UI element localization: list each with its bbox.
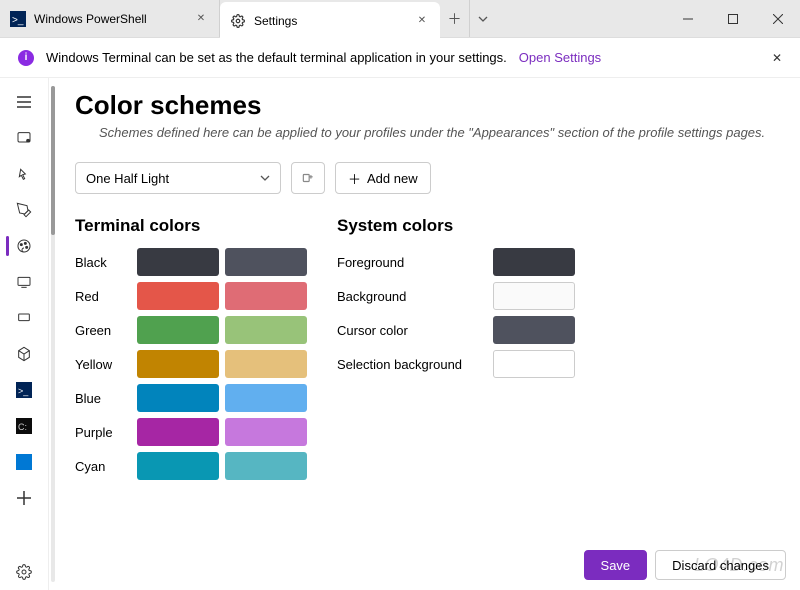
close-icon[interactable]: ✕ bbox=[193, 11, 209, 27]
color-swatch[interactable] bbox=[493, 282, 575, 310]
tab-title: Settings bbox=[254, 14, 406, 28]
content-area: Color schemes Schemes defined here can b… bbox=[57, 78, 800, 590]
open-settings-link[interactable]: Open Settings bbox=[519, 50, 601, 65]
tab-settings[interactable]: Settings ✕ bbox=[220, 2, 440, 39]
color-swatch-bright[interactable] bbox=[225, 350, 307, 378]
minimize-button[interactable] bbox=[665, 0, 710, 37]
page-title: Color schemes bbox=[75, 90, 782, 121]
color-label: Cyan bbox=[75, 459, 131, 474]
info-icon: i bbox=[18, 50, 34, 66]
color-swatch-bright[interactable] bbox=[225, 418, 307, 446]
gear-icon bbox=[230, 13, 246, 29]
sidebar-profile-cmd[interactable]: C: bbox=[4, 408, 44, 444]
color-swatch[interactable] bbox=[137, 316, 219, 344]
tab-dropdown-button[interactable] bbox=[470, 0, 496, 37]
color-label: Blue bbox=[75, 391, 131, 406]
sidebar: >_ C: bbox=[0, 78, 48, 590]
sidebar-item-appearance[interactable] bbox=[4, 192, 44, 228]
page-subtitle: Schemes defined here can be applied to y… bbox=[99, 125, 782, 140]
color-label: Black bbox=[75, 255, 131, 270]
svg-text:C:: C: bbox=[18, 422, 27, 432]
add-new-label: Add new bbox=[367, 171, 418, 186]
svg-text:>_: >_ bbox=[18, 386, 29, 396]
color-swatch[interactable] bbox=[493, 316, 575, 344]
tab-powershell[interactable]: >_ Windows PowerShell ✕ bbox=[0, 0, 220, 37]
color-swatch[interactable] bbox=[493, 350, 575, 378]
color-label: Cursor color bbox=[337, 323, 487, 338]
color-swatch-bright[interactable] bbox=[225, 452, 307, 480]
color-label: Green bbox=[75, 323, 131, 338]
rename-scheme-button[interactable] bbox=[291, 162, 325, 194]
terminal-color-row: Purple bbox=[75, 418, 307, 446]
sidebar-item-startup[interactable] bbox=[4, 120, 44, 156]
tab-title: Windows PowerShell bbox=[34, 12, 185, 26]
powershell-icon: >_ bbox=[10, 11, 26, 27]
color-label: Purple bbox=[75, 425, 131, 440]
terminal-colors-heading: Terminal colors bbox=[75, 216, 307, 236]
color-label: Foreground bbox=[337, 255, 487, 270]
color-swatch[interactable] bbox=[137, 350, 219, 378]
color-scheme-select[interactable]: One Half Light bbox=[75, 162, 281, 194]
sidebar-item-defaults[interactable] bbox=[4, 336, 44, 372]
sidebar-item-interaction[interactable] bbox=[4, 156, 44, 192]
save-button[interactable]: Save bbox=[584, 550, 648, 580]
sidebar-add-profile[interactable] bbox=[4, 480, 44, 516]
window-controls bbox=[665, 0, 800, 37]
terminal-color-row: Yellow bbox=[75, 350, 307, 378]
plus-icon: ＋ bbox=[348, 169, 361, 188]
new-tab-button[interactable]: ＋ bbox=[440, 0, 470, 37]
sidebar-profile-azure[interactable] bbox=[4, 444, 44, 480]
sidebar-item-color-schemes[interactable] bbox=[4, 228, 44, 264]
terminal-color-row: Cyan bbox=[75, 452, 307, 480]
color-swatch[interactable] bbox=[137, 384, 219, 412]
scrollbar[interactable] bbox=[51, 86, 55, 582]
chevron-down-icon bbox=[260, 173, 270, 183]
sidebar-profile-powershell[interactable]: >_ bbox=[4, 372, 44, 408]
info-close-button[interactable]: ✕ bbox=[772, 51, 782, 65]
window-close-button[interactable] bbox=[755, 0, 800, 37]
color-swatch-bright[interactable] bbox=[225, 316, 307, 344]
terminal-color-row: Red bbox=[75, 282, 307, 310]
sidebar-item-actions[interactable] bbox=[4, 300, 44, 336]
color-swatch[interactable] bbox=[137, 282, 219, 310]
info-message: Windows Terminal can be set as the defau… bbox=[46, 50, 507, 65]
titlebar: >_ Windows PowerShell ✕ Settings ✕ ＋ bbox=[0, 0, 800, 38]
discard-button[interactable]: Discard changes bbox=[655, 550, 786, 580]
selected-scheme: One Half Light bbox=[86, 171, 169, 186]
system-color-row: Selection background bbox=[337, 350, 575, 378]
add-new-button[interactable]: ＋ Add new bbox=[335, 162, 431, 194]
color-swatch-bright[interactable] bbox=[225, 384, 307, 412]
color-swatch[interactable] bbox=[137, 452, 219, 480]
sidebar-item-settings[interactable] bbox=[4, 554, 44, 590]
system-colors-section: System colors Foreground Background Cursor… bbox=[337, 216, 575, 486]
system-colors-heading: System colors bbox=[337, 216, 575, 236]
color-label: Background bbox=[337, 289, 487, 304]
color-swatch-bright[interactable] bbox=[225, 248, 307, 276]
terminal-color-row: Blue bbox=[75, 384, 307, 412]
close-icon[interactable]: ✕ bbox=[414, 13, 430, 29]
color-label: Yellow bbox=[75, 357, 131, 372]
color-swatch[interactable] bbox=[493, 248, 575, 276]
color-swatch[interactable] bbox=[137, 248, 219, 276]
terminal-color-row: Black bbox=[75, 248, 307, 276]
footer-actions: Save Discard changes bbox=[584, 550, 786, 580]
color-swatch-bright[interactable] bbox=[225, 282, 307, 310]
color-label: Selection background bbox=[337, 357, 487, 372]
svg-text:>_: >_ bbox=[12, 15, 24, 26]
system-color-row: Background bbox=[337, 282, 575, 310]
scrollbar-thumb[interactable] bbox=[51, 86, 55, 235]
system-color-row: Foreground bbox=[337, 248, 575, 276]
terminal-colors-section: Terminal colors Black Red Green Yellow Blue P… bbox=[75, 216, 307, 486]
system-color-row: Cursor color bbox=[337, 316, 575, 344]
maximize-button[interactable] bbox=[710, 0, 755, 37]
info-bar: i Windows Terminal can be set as the def… bbox=[0, 38, 800, 78]
hamburger-menu-button[interactable] bbox=[4, 84, 44, 120]
color-swatch[interactable] bbox=[137, 418, 219, 446]
terminal-color-row: Green bbox=[75, 316, 307, 344]
sidebar-item-rendering[interactable] bbox=[4, 264, 44, 300]
color-label: Red bbox=[75, 289, 131, 304]
